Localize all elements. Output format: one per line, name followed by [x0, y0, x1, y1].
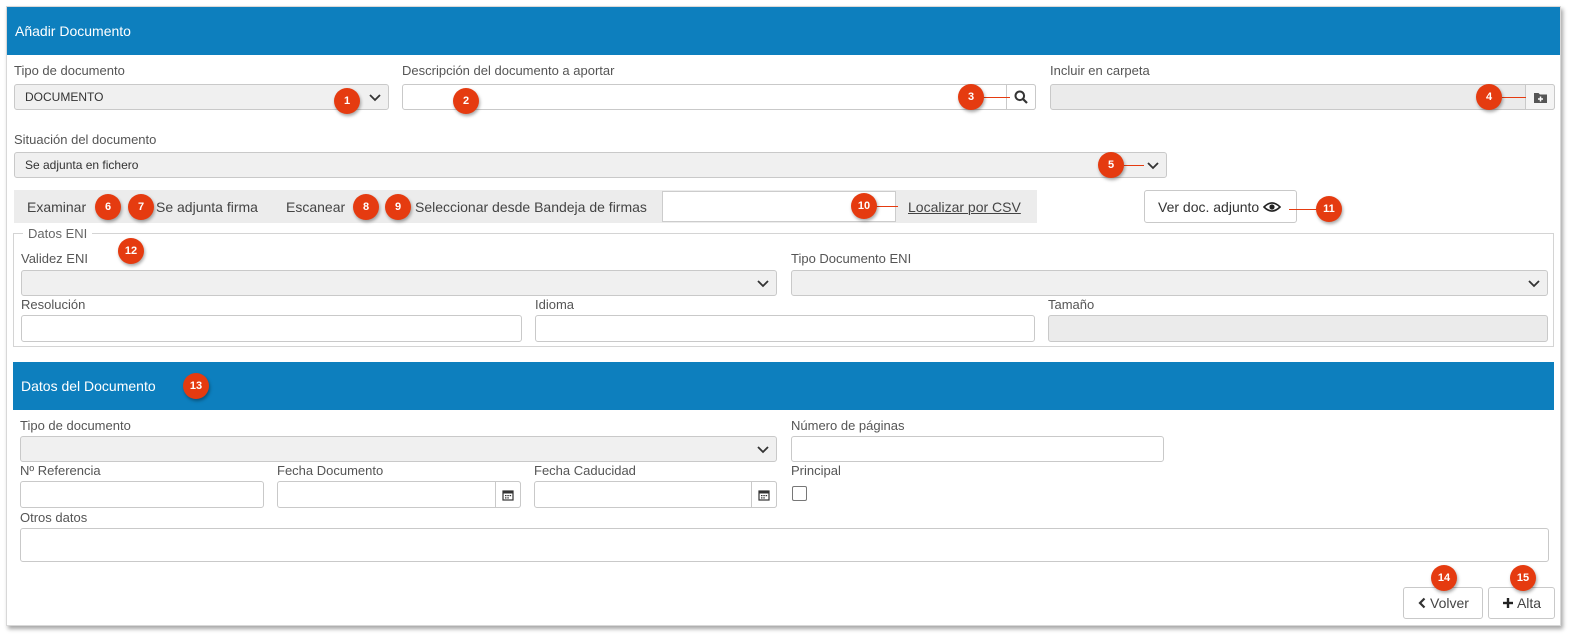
fecha-documento-input[interactable]: [277, 481, 521, 508]
resolucion-input[interactable]: [21, 315, 522, 342]
principal-label: Principal: [791, 463, 841, 478]
resolucion-label: Resolución: [21, 297, 86, 312]
tipo-doc-label: Tipo de documento: [20, 418, 131, 433]
annotation-badge-10: 10: [851, 193, 877, 219]
tipo-doc-select[interactable]: [20, 436, 777, 462]
annotation-badge-12: 12: [118, 238, 144, 264]
situacion-select[interactable]: Se adjunta en fichero: [14, 152, 1167, 178]
tipo-documento-value: DOCUMENTO: [25, 90, 104, 104]
situacion-value: Se adjunta en fichero: [25, 158, 139, 172]
carpeta-label: Incluir en carpeta: [1050, 63, 1150, 78]
escanear-button[interactable]: Escanear: [286, 190, 345, 223]
badge-leader-3: [982, 97, 1010, 98]
annotation-badge-8: 8: [353, 194, 379, 220]
datos-documento-title: Datos del Documento: [21, 378, 156, 394]
eye-icon: [1263, 201, 1282, 212]
chevron-down-icon: [757, 446, 769, 454]
chevron-left-icon: [1418, 597, 1426, 609]
annotation-badge-1: 1: [334, 88, 360, 114]
ver-documento-button[interactable]: Ver doc. adjunto: [1144, 190, 1297, 223]
panel-header: Añadir Documento: [7, 7, 1560, 55]
descripcion-label: Descripción del documento a aportar: [402, 63, 615, 78]
calendar-icon: [758, 489, 770, 501]
chevron-down-icon: [1147, 162, 1159, 170]
ver-documento-label: Ver doc. adjunto: [1158, 198, 1260, 215]
search-button[interactable]: [1006, 84, 1036, 110]
examinar-button[interactable]: Examinar: [27, 190, 86, 223]
idioma-input[interactable]: [535, 315, 1035, 342]
tamano-input: [1048, 315, 1548, 342]
annotation-badge-3: 3: [958, 84, 984, 110]
descripcion-input[interactable]: [402, 84, 1036, 110]
search-icon: [1014, 90, 1028, 104]
annotation-badge-9: 9: [385, 194, 411, 220]
fecha-caducidad-input[interactable]: [534, 481, 777, 508]
annotation-badge-13: 13: [183, 373, 209, 399]
fecha-caducidad-label: Fecha Caducidad: [534, 463, 636, 478]
annotation-badge-6: 6: [95, 194, 121, 220]
tipo-eni-select[interactable]: [791, 270, 1548, 296]
tamano-label: Tamaño: [1048, 297, 1095, 312]
fecha-documento-label: Fecha Documento: [277, 463, 384, 478]
annotation-badge-11: 11: [1316, 196, 1342, 222]
validez-eni-label: Validez ENI: [21, 251, 88, 266]
localizar-csv-button[interactable]: Localizar por CSV: [908, 190, 1021, 223]
referencia-label: Nº Referencia: [20, 463, 101, 478]
situacion-label: Situación del documento: [14, 132, 157, 147]
annotation-badge-2: 2: [453, 88, 479, 114]
annotation-badge-15: 15: [1510, 565, 1536, 591]
referencia-input[interactable]: [20, 481, 264, 508]
tipo-eni-label: Tipo Documento ENI: [791, 251, 912, 266]
datos-documento-header: Datos del Documento: [13, 362, 1554, 410]
datos-eni-legend: Datos ENI: [23, 226, 93, 241]
volver-label: Volver: [1430, 595, 1469, 611]
alta-label: Alta: [1516, 595, 1542, 611]
principal-checkbox[interactable]: [792, 486, 807, 501]
paginas-input[interactable]: [791, 436, 1164, 462]
badge-leader-4: [1502, 97, 1526, 98]
annotation-badge-7: 7: [128, 194, 154, 220]
badge-leader-11: [1289, 209, 1317, 210]
idioma-label: Idioma: [535, 297, 575, 312]
tipo-documento-select[interactable]: DOCUMENTO: [14, 84, 389, 110]
validez-eni-select[interactable]: [21, 270, 777, 296]
chevron-down-icon: [1528, 280, 1540, 288]
add-document-panel: Añadir Documento Tipo de documento DOCUM…: [6, 6, 1561, 626]
adjunta-firma-button[interactable]: Se adjunta firma: [156, 190, 258, 223]
bandeja-firmas-button[interactable]: Seleccionar desde Bandeja de firmas: [415, 190, 647, 223]
alta-button[interactable]: Alta: [1488, 587, 1555, 619]
tipo-documento-label: Tipo de documento: [14, 63, 125, 78]
plus-icon: [1502, 598, 1513, 608]
add-folder-button[interactable]: [1525, 84, 1555, 110]
calendar-icon: [502, 489, 514, 501]
localizar-csv-label: Localizar por CSV: [908, 198, 1021, 215]
otros-datos-label: Otros datos: [20, 510, 88, 525]
badge-leader-10: [876, 206, 898, 207]
fecha-caducidad-calendar-button[interactable]: [751, 481, 777, 508]
chevron-down-icon: [757, 280, 769, 288]
annotation-badge-14: 14: [1431, 565, 1457, 591]
badge-leader-5: [1124, 165, 1144, 166]
annotation-badge-5: 5: [1098, 152, 1124, 178]
panel-title: Añadir Documento: [15, 23, 131, 39]
otros-datos-input[interactable]: [20, 528, 1549, 562]
chevron-down-icon: [369, 94, 381, 102]
volver-button[interactable]: Volver: [1403, 587, 1483, 619]
paginas-label: Número de páginas: [791, 418, 905, 433]
annotation-badge-4: 4: [1476, 84, 1502, 110]
fecha-documento-calendar-button[interactable]: [495, 481, 521, 508]
folder-plus-icon: [1533, 92, 1547, 103]
